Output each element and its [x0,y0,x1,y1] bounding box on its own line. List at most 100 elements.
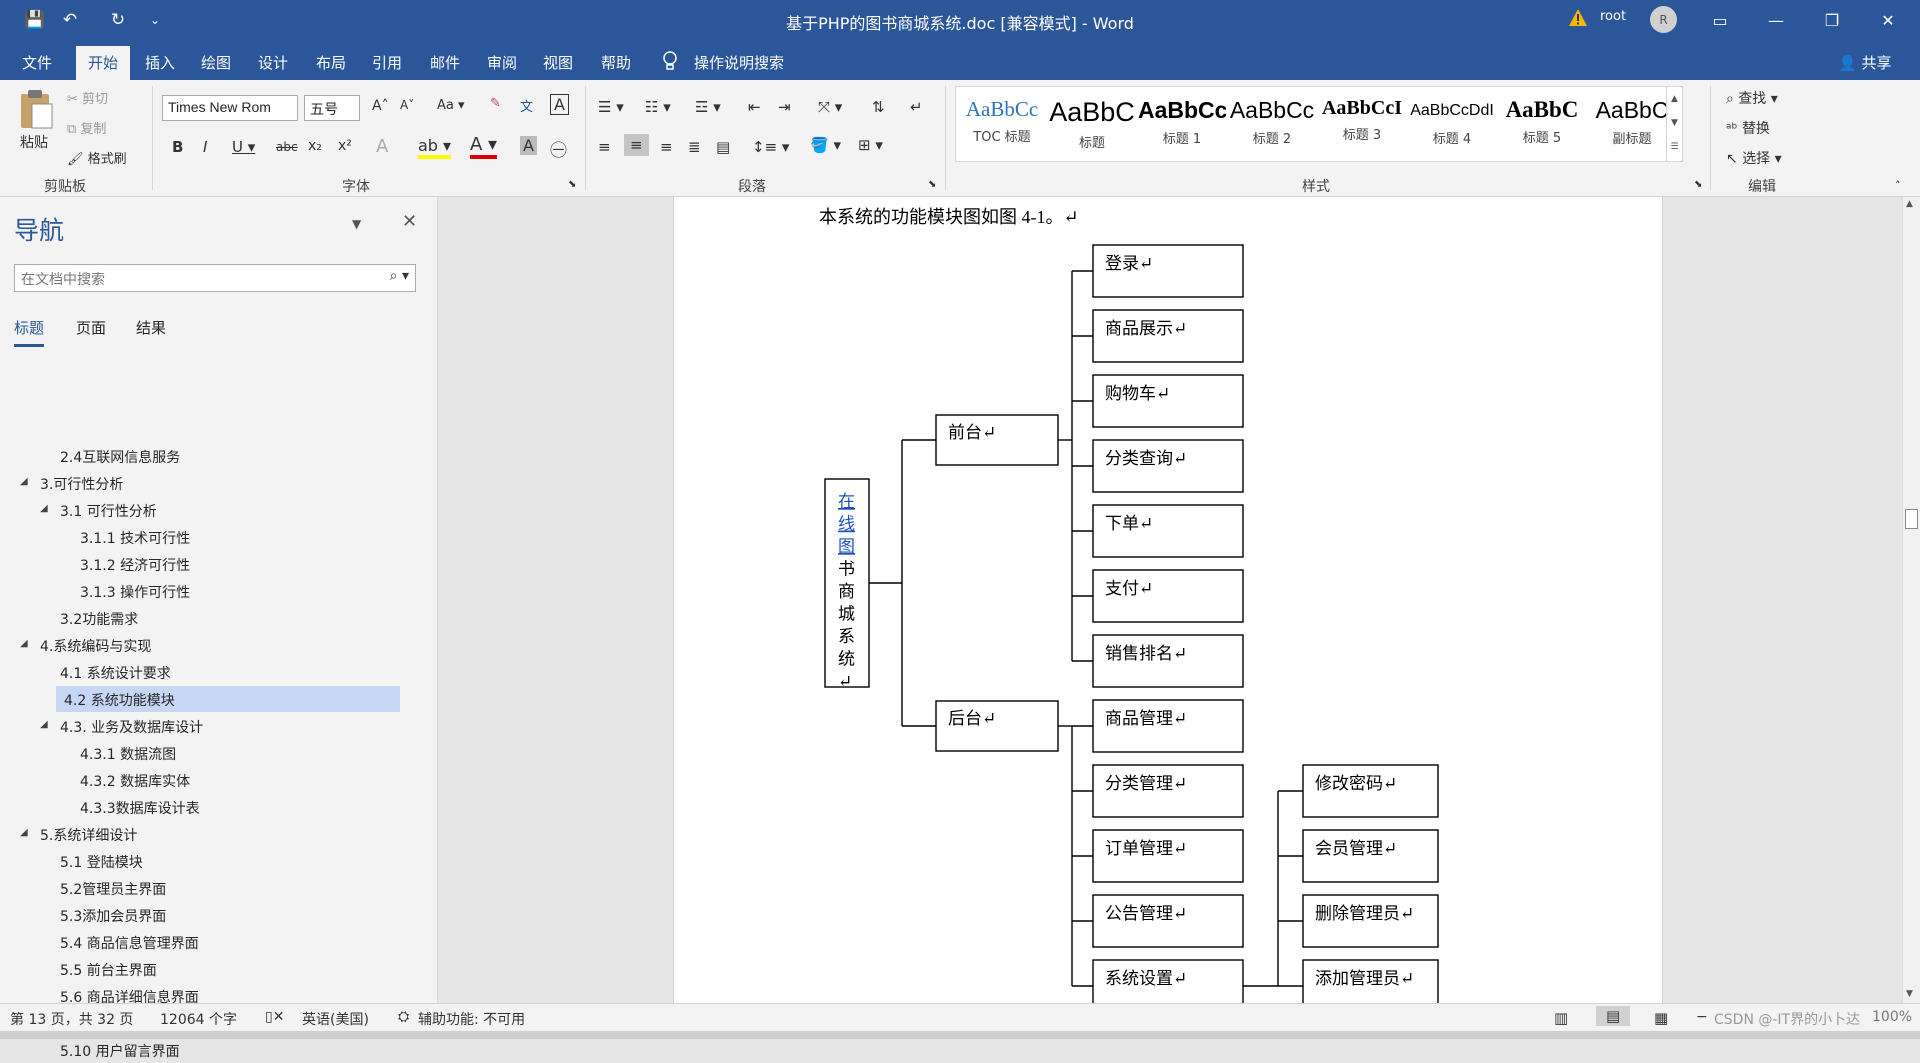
find-button[interactable]: ⌕ 查找 ▾ [1726,88,1778,108]
warning-icon[interactable] [1568,8,1588,28]
share-button[interactable]: 👤 共享 [1838,52,1891,73]
collapse-triangle-icon[interactable]: ◢ [40,719,48,730]
highlight-icon[interactable]: ab ▾ [418,136,452,159]
tab-insert[interactable]: 插入 [145,52,175,73]
page-count[interactable]: 第 13 页，共 32 页 [10,1009,133,1029]
nav-tab-pages[interactable]: 页面 [76,317,106,338]
document-page[interactable]: 本系统的功能模块图如图 4-1。↵ 在线图书商城系统 ↵ 前台↵ 后台↵ 登录↵ 商品展示… [673,197,1663,1003]
tab-review[interactable]: 审阅 [487,52,517,73]
nav-heading-item[interactable]: 5.4 商品信息管理界面 [60,929,199,955]
align-left-icon[interactable]: ≡ [598,138,611,156]
scroll-up-icon[interactable]: ▲ [1906,199,1913,209]
font-color-icon[interactable]: A ▾ [470,134,498,159]
tab-home[interactable]: 开始 [76,46,131,80]
nav-heading-item[interactable]: 4.3.2 数据库实体 [80,767,190,793]
sort-icon[interactable]: ⇅ [872,98,885,116]
nav-heading-item[interactable]: 5.2管理员主界面 [60,875,166,901]
collapse-triangle-icon[interactable]: ◢ [40,503,48,514]
tab-file[interactable]: 文件 [22,52,52,73]
justify-icon[interactable]: ≣ [688,138,701,156]
print-layout-icon[interactable]: ▤ [1596,1006,1631,1026]
decrease-indent-icon[interactable]: ⇤ [748,98,761,116]
select-button[interactable]: ↖ 选择 ▾ [1726,148,1782,168]
tab-mailings[interactable]: 邮件 [430,52,460,73]
change-case-icon[interactable]: Aa ▾ [437,98,465,113]
accessibility-status[interactable]: 辅助功能: 不可用 [418,1009,525,1029]
align-center-icon[interactable]: ≡ [624,134,649,156]
shrink-font-icon[interactable]: A˅ [400,98,414,112]
clear-format-icon[interactable]: ✎ [490,96,501,111]
multilevel-list-icon[interactable]: ☲ ▾ [695,98,721,116]
tab-references[interactable]: 引用 [372,52,402,73]
nav-heading-item[interactable]: 3.1.2 经济可行性 [80,551,190,577]
cut-button[interactable]: ✂ 剪切 [67,88,108,107]
web-layout-icon[interactable]: ▦ [1654,1009,1668,1027]
style-heading3[interactable]: AaBbCcI 标题 3 [1318,87,1406,159]
line-spacing-icon[interactable]: ↕≡ ▾ [752,138,789,156]
undo-icon[interactable]: ↶ [55,6,85,34]
nav-heading-item[interactable]: 5.5 前台主界面 [60,956,157,982]
nav-heading-item[interactable]: 3.可行性分析 [40,470,123,496]
font-size-box[interactable]: 五号 [304,95,360,121]
paste-icon[interactable] [18,88,54,130]
styles-scroll[interactable]: ▲ ▼ ☰ [1666,87,1682,161]
minimize-icon[interactable]: — [1752,0,1800,40]
collapse-triangle-icon[interactable]: ◢ [20,827,28,838]
nav-heading-item[interactable]: 4.3.1 数据流图 [80,740,176,766]
nav-heading-item[interactable]: 4.2 系统功能模块 [56,686,400,712]
copy-button[interactable]: ⧉ 复制 [67,118,106,137]
tab-design[interactable]: 设计 [258,52,288,73]
collapse-triangle-icon[interactable]: ◢ [20,476,28,487]
nav-options-icon[interactable]: ▼ [352,217,361,231]
char-shading-icon[interactable]: A [520,136,537,155]
scroll-thumb[interactable] [1905,509,1918,529]
tab-draw[interactable]: 绘图 [201,52,231,73]
distributed-icon[interactable]: ▤ [716,138,730,156]
nav-heading-item[interactable]: 5.1 登陆模块 [60,848,143,874]
underline-icon[interactable]: U ▾ [232,138,255,156]
collapse-triangle-icon[interactable]: ◢ [20,638,28,649]
nav-heading-item[interactable]: 2.4互联网信息服务 [60,443,180,469]
language-status[interactable]: 英语(美国) [302,1009,369,1029]
numbering-icon[interactable]: ☷ ▾ [645,98,671,116]
avatar[interactable]: R [1650,6,1677,33]
style-subtitle[interactable]: AaBbC 副标题 [1588,87,1676,159]
scroll-down-icon[interactable]: ▼ [1906,989,1913,999]
proofing-icon[interactable]: ▯✕ [265,1009,284,1025]
italic-icon[interactable]: I [203,138,207,156]
style-heading1[interactable]: AaBbCc 标题 1 [1138,87,1226,159]
collapse-ribbon-icon[interactable]: ˄ [1895,179,1901,192]
style-title[interactable]: AaBbC 标题 [1048,87,1136,159]
tell-me-search[interactable]: 操作说明搜索 [694,52,784,73]
word-count[interactable]: 12064 个字 [160,1009,237,1029]
nav-heading-item[interactable]: 3.2功能需求 [60,605,138,631]
shading-icon[interactable]: 🪣 ▾ [810,136,841,154]
nav-heading-item[interactable]: 3.1.1 技术可行性 [80,524,190,550]
save-icon[interactable]: 💾 [20,6,50,34]
style-heading2[interactable]: AaBbCc 标题 2 [1228,87,1316,159]
paragraph-dialog-icon[interactable]: ⬊ [928,179,936,190]
vertical-scrollbar[interactable]: ▲ ▼ [1902,197,1920,1003]
paste-button[interactable]: 粘贴 [20,132,48,152]
font-name-box[interactable]: Times New Rom [162,95,298,121]
zoom-level[interactable]: 100% [1872,1009,1912,1025]
accessibility-icon[interactable]: ⛭ [398,1009,409,1025]
tab-view[interactable]: 视图 [543,52,573,73]
styles-dialog-icon[interactable]: ⬊ [1694,179,1702,190]
nav-heading-item[interactable]: 3.1 可行性分析 [60,497,157,523]
bold-icon[interactable]: B [172,138,183,156]
grow-font-icon[interactable]: A˄ [372,98,389,114]
replace-button[interactable]: ᵃᵇ 替换 [1726,118,1770,138]
style-heading5[interactable]: AaBbC 标题 5 [1498,87,1586,159]
text-effects-icon[interactable]: A [376,136,388,157]
strikethrough-icon[interactable]: abc [276,140,298,154]
char-border-icon[interactable]: A [550,94,569,115]
chinese-layout-icon[interactable]: ⤧ ▾ [818,98,842,116]
nav-heading-item[interactable]: 4.3.3数据库设计表 [80,794,200,820]
tab-layout[interactable]: 布局 [316,52,346,73]
user-name[interactable]: root [1600,9,1626,24]
read-mode-icon[interactable]: ▥ [1554,1009,1568,1027]
nav-close-icon[interactable]: ✕ [402,211,417,232]
superscript-icon[interactable]: x² [338,138,352,154]
style-heading4[interactable]: AaBbCcDdI 标题 4 [1408,87,1496,159]
